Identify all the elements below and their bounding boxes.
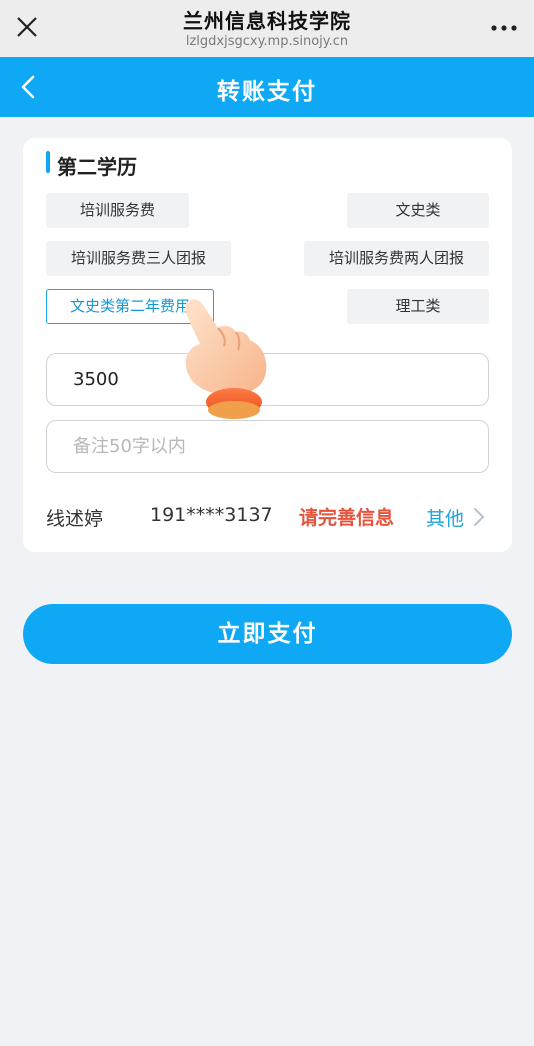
page-title: 转账支付 [217, 79, 317, 105]
page-header: 转账支付 [0, 57, 534, 117]
complete-info-link[interactable]: 请完善信息 [299, 503, 394, 530]
app-title: 兰州信息科技学院 [183, 9, 351, 33]
note-input[interactable]: 备注50字以内 [46, 420, 489, 473]
payer-info-row: 线述婷 191****3137 请完善信息 其他 [46, 502, 492, 532]
payer-name: 线述婷 [46, 508, 104, 530]
option-chip[interactable]: 培训服务费 [46, 193, 189, 228]
other-link[interactable]: 其他 [426, 504, 464, 531]
option-chip[interactable]: 理工类 [347, 289, 489, 324]
pointing-hand-icon [185, 299, 267, 419]
option-chip[interactable]: 培训服务费两人团报 [304, 241, 489, 276]
option-chip[interactable]: 培训服务费三人团报 [46, 241, 231, 276]
chevron-right-icon[interactable] [472, 507, 486, 527]
payer-phone: 191****3137 [150, 504, 273, 526]
pay-now-button[interactable]: 立即支付 [23, 604, 512, 664]
option-chip[interactable]: 文史类 [347, 193, 489, 228]
more-icon[interactable] [490, 24, 518, 32]
page-url: lzlgdxjsgcxy.mp.sinojy.cn [185, 34, 349, 49]
wechat-title-bar: 兰州信息科技学院 lzlgdxjsgcxy.mp.sinojy.cn [0, 0, 534, 57]
section-title: 第二学历 [57, 155, 137, 179]
section-accent-bar [46, 151, 50, 173]
